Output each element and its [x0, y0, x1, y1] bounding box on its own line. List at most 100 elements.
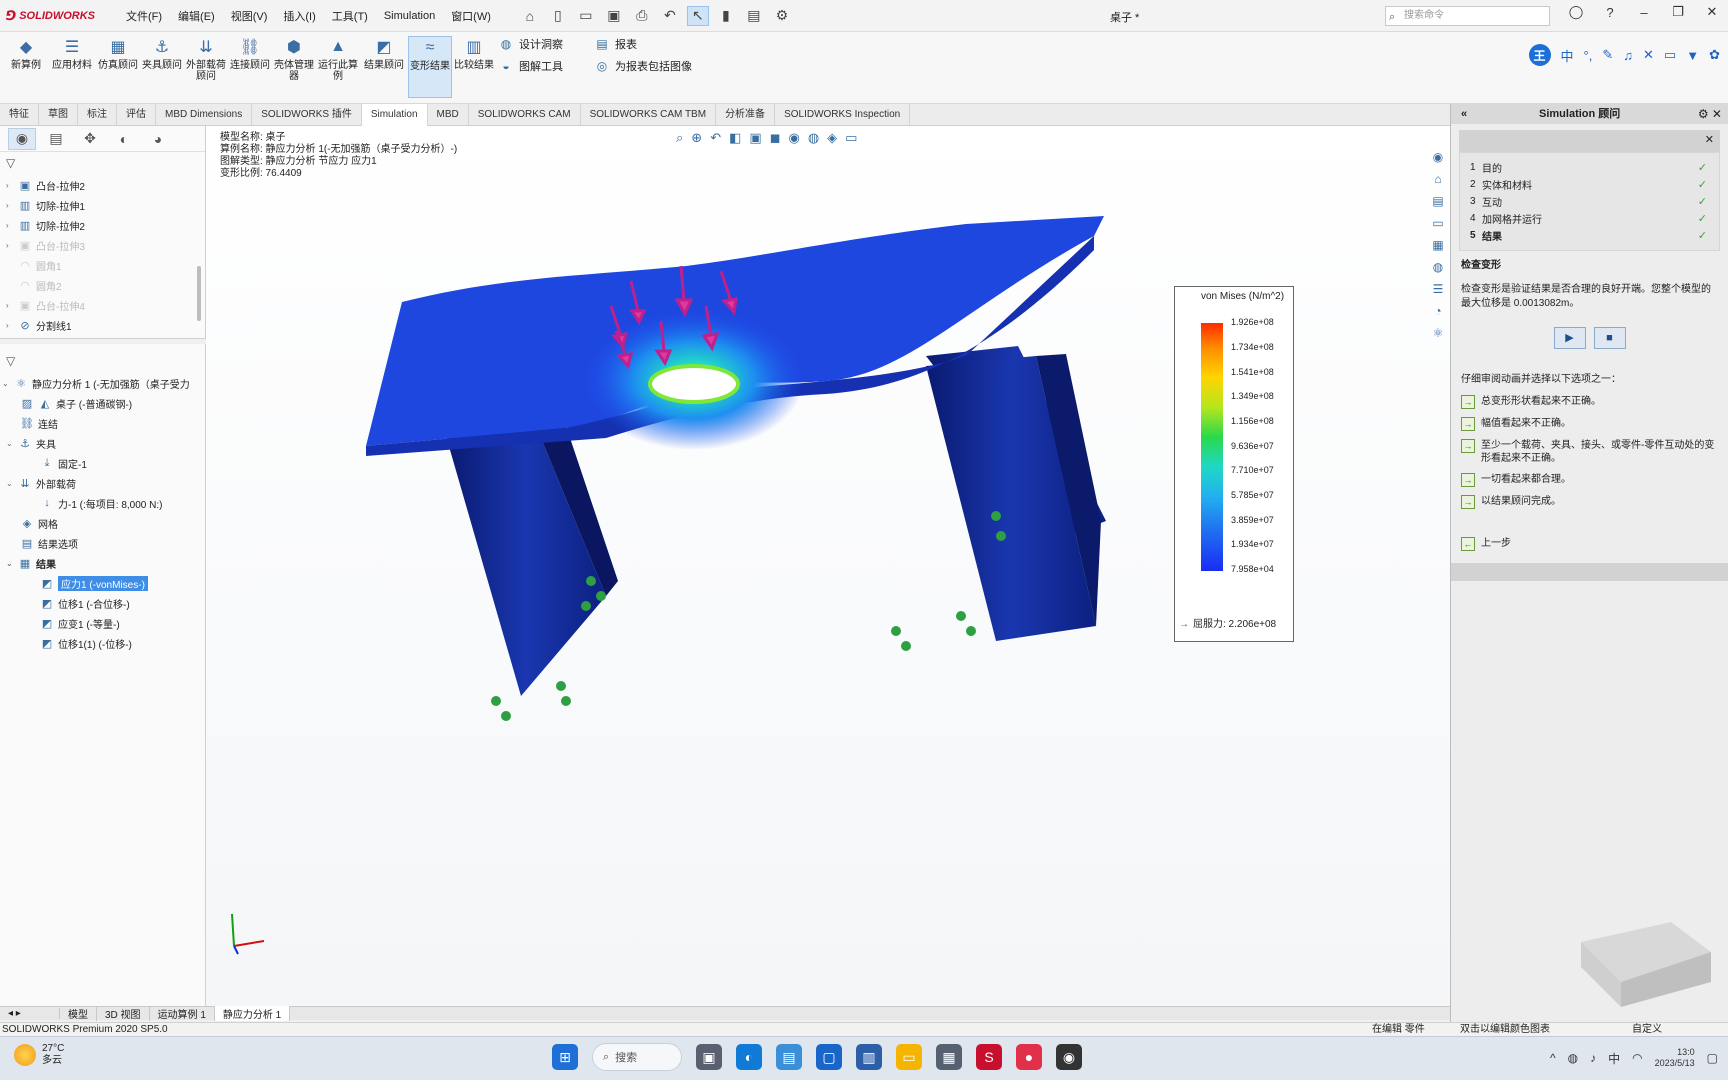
tree-item-study[interactable]: ⌄ ⚛ 静应力分析 1 (-无加强筋（桌子受力	[2, 374, 190, 392]
design-insight-button[interactable]: ◍ 设计洞察	[498, 34, 563, 54]
tree-item-strain1[interactable]: ◩ 应变1 (-等量-)	[40, 614, 120, 632]
tree-item-force-1[interactable]: ↓ 力-1 (:每项目: 8,000 N:)	[40, 494, 162, 512]
apply-material-button[interactable]: ☰ 应用材料	[50, 36, 94, 98]
tree-item-results[interactable]: ⌄ ▦ 结果	[6, 554, 56, 572]
deformed-result-button[interactable]: ≈ 变形结果	[408, 36, 452, 98]
design-library-icon[interactable]: ▤	[1429, 192, 1447, 210]
tab-cam-tbm[interactable]: SOLIDWORKS CAM TBM	[581, 103, 717, 126]
report-button[interactable]: ▤ 报表	[594, 34, 637, 54]
results-advisor-button[interactable]: ◩ 结果顾问	[362, 36, 406, 98]
shell-manager-button[interactable]: ⬢ 壳体管理器	[272, 36, 316, 98]
view-palette-icon[interactable]: ▦	[1429, 236, 1447, 254]
ime-headset-icon[interactable]: ♫	[1623, 48, 1633, 63]
minimize-icon[interactable]: –	[1634, 5, 1654, 20]
property-manager-tab-icon[interactable]: ▤	[42, 128, 70, 150]
tab-features[interactable]: 特征	[0, 103, 39, 126]
tab-inspection[interactable]: SOLIDWORKS Inspection	[775, 103, 911, 126]
tab-evaluate[interactable]: 评估	[117, 103, 156, 126]
fixtures-advisor-button[interactable]: ⚓ 夹具顾问	[140, 36, 184, 98]
notification-icon[interactable]: ▢	[1707, 1051, 1718, 1065]
volume-icon[interactable]: ♪	[1590, 1051, 1596, 1065]
tab-mbd[interactable]: MBD	[428, 103, 469, 126]
graphics-area[interactable]: 模型名称: 桌子 算例名称: 静应力分析 1(-无加强筋（桌子受力分析）-) 图…	[206, 126, 1450, 1006]
display-manager-tab-icon[interactable]: ◕	[144, 128, 172, 150]
task-view-icon[interactable]: ▣	[696, 1044, 722, 1070]
tab-scroll-icon[interactable]: ◂ ▸	[0, 1008, 60, 1019]
recorder-icon[interactable]: ●	[1016, 1044, 1042, 1070]
tree-item-stress1[interactable]: ◩ 应力1 (-vonMises-)	[40, 574, 148, 592]
file-explorer-icon[interactable]: ▭	[1429, 214, 1447, 232]
tree-item-fillet2[interactable]: ◠ 圆角2	[6, 276, 61, 294]
options-gear-icon[interactable]: ⚙	[771, 6, 793, 26]
option-all-reasonable[interactable]: → 一切看起来都合理。	[1461, 473, 1718, 487]
print-icon[interactable]: ⎙	[631, 6, 653, 26]
tab-addins[interactable]: SOLIDWORKS 插件	[252, 103, 362, 126]
option-finish-advisor[interactable]: → 以结果顾问完成。	[1461, 495, 1718, 509]
close-advisor-icon[interactable]: ✕	[1705, 133, 1714, 146]
play-animation-button[interactable]: ▶	[1553, 327, 1586, 349]
menu-edit[interactable]: 编辑(E)	[170, 8, 223, 24]
solidworks-taskbar-icon[interactable]: S	[976, 1044, 1002, 1070]
ime-pen-icon[interactable]: ✎	[1602, 47, 1613, 63]
tab-mbd-dimensions[interactable]: MBD Dimensions	[156, 103, 253, 126]
filter-icon[interactable]: ▽	[6, 156, 15, 170]
feature-manager-tab-icon[interactable]: ◉	[8, 127, 36, 150]
menu-insert[interactable]: 插入(I)	[275, 8, 323, 24]
option-magnitude-incorrect[interactable]: → 幅值看起来不正确。	[1461, 417, 1718, 431]
close-icon[interactable]: ✕	[1702, 4, 1722, 20]
taskbar-search[interactable]: ⌕ 搜索	[592, 1043, 682, 1071]
advisor-step-purpose[interactable]: 1 目的 ✓	[1470, 159, 1709, 176]
tree-item-displacement1-1[interactable]: ◩ 位移1(1) (-位移-)	[40, 634, 132, 652]
connections-advisor-button[interactable]: ⛓ 连接顾问	[228, 36, 272, 98]
advisor-step-results[interactable]: 5 结果 ✓	[1470, 227, 1709, 244]
edge-browser-icon[interactable]: ◐	[736, 1044, 762, 1070]
weather-widget[interactable]: 27°C 多云	[14, 1043, 64, 1067]
filter-icon[interactable]: ▽	[6, 354, 15, 368]
new-document-icon[interactable]: ▯	[547, 6, 569, 26]
tree-item-split-line1[interactable]: › ⊘ 分割线1	[6, 316, 72, 334]
ime-keyboard-icon[interactable]: ▭	[1664, 47, 1676, 63]
advisor-step-interactions[interactable]: 3 互动 ✓	[1470, 193, 1709, 210]
tree-item-external-loads[interactable]: ⌄ ⇊ 外部载荷	[6, 474, 76, 492]
solidworks-resources-icon[interactable]: ◉	[1429, 148, 1447, 166]
tab-sketch[interactable]: 草图	[39, 103, 78, 126]
restore-icon[interactable]: ❐	[1668, 4, 1688, 20]
table-leg-front-left[interactable]	[446, 426, 606, 696]
ev-recorder-icon[interactable]: ◉	[1056, 1044, 1082, 1070]
advisor-step-bodies-materials[interactable]: 2 实体和材料 ✓	[1470, 176, 1709, 193]
tab-cam[interactable]: SOLIDWORKS CAM	[469, 103, 581, 126]
user-icon[interactable]: ◯	[1566, 4, 1586, 20]
wifi-icon[interactable]: ◠	[1632, 1051, 1642, 1065]
menu-file[interactable]: 文件(F)	[118, 8, 170, 24]
save-icon[interactable]: ▣	[603, 6, 625, 26]
tree-item-boss-extrude2[interactable]: › ▣ 凸台-拉伸2	[6, 176, 85, 194]
tree-item-cut-extrude1[interactable]: › ▥ 切除-拉伸1	[6, 196, 85, 214]
menu-view[interactable]: 视图(V)	[223, 8, 276, 24]
advisor-step-mesh-run[interactable]: 4 加网格并运行 ✓	[1470, 210, 1709, 227]
external-loads-advisor-button[interactable]: ⇊ 外部载荷顾问	[184, 36, 228, 98]
calculator-icon[interactable]: ▦	[936, 1044, 962, 1070]
tree-item-displacement1[interactable]: ◩ 位移1 (-合位移-)	[40, 594, 130, 612]
start-menu-icon[interactable]: ⊞	[552, 1044, 578, 1070]
option-local-deformation-incorrect[interactable]: → 至少一个载荷、夹具、接头、或零件-零件互动处的变形看起来不正确。	[1461, 439, 1718, 465]
ime-skin-icon[interactable]: ▼	[1686, 48, 1699, 63]
menu-simulation[interactable]: Simulation	[376, 10, 443, 22]
tree-item-fillet1[interactable]: ◠ 圆角1	[6, 256, 61, 274]
feature-tree-scrollbar[interactable]	[197, 266, 201, 321]
appearances-icon[interactable]: ◍	[1429, 258, 1447, 276]
tab-markup[interactable]: 标注	[78, 103, 117, 126]
units-selector[interactable]: 自定义	[1632, 1023, 1662, 1037]
taskbar-app-icon[interactable]: ▤	[776, 1044, 802, 1070]
stop-animation-button[interactable]: ■	[1593, 327, 1626, 349]
panel-splitter[interactable]	[0, 338, 206, 344]
tree-item-mesh[interactable]: ◈ 网格	[20, 514, 58, 532]
ime-tools-icon[interactable]: ✕	[1643, 47, 1654, 63]
include-image-button[interactable]: ◎ 为报表包括图像	[594, 56, 692, 76]
simulation-advisor-button[interactable]: ▦ 仿真顾问	[96, 36, 140, 98]
menu-tools[interactable]: 工具(T)	[324, 8, 376, 24]
tab-motion-study[interactable]: 运动算例 1	[150, 1006, 215, 1021]
simulation-advisor-tab-icon[interactable]: ⚛	[1429, 324, 1447, 342]
pin-icon[interactable]: ⚙ ✕	[1698, 104, 1722, 124]
forum-icon[interactable]: ◔	[1429, 302, 1447, 320]
tab-simulation[interactable]: Simulation	[361, 103, 428, 126]
